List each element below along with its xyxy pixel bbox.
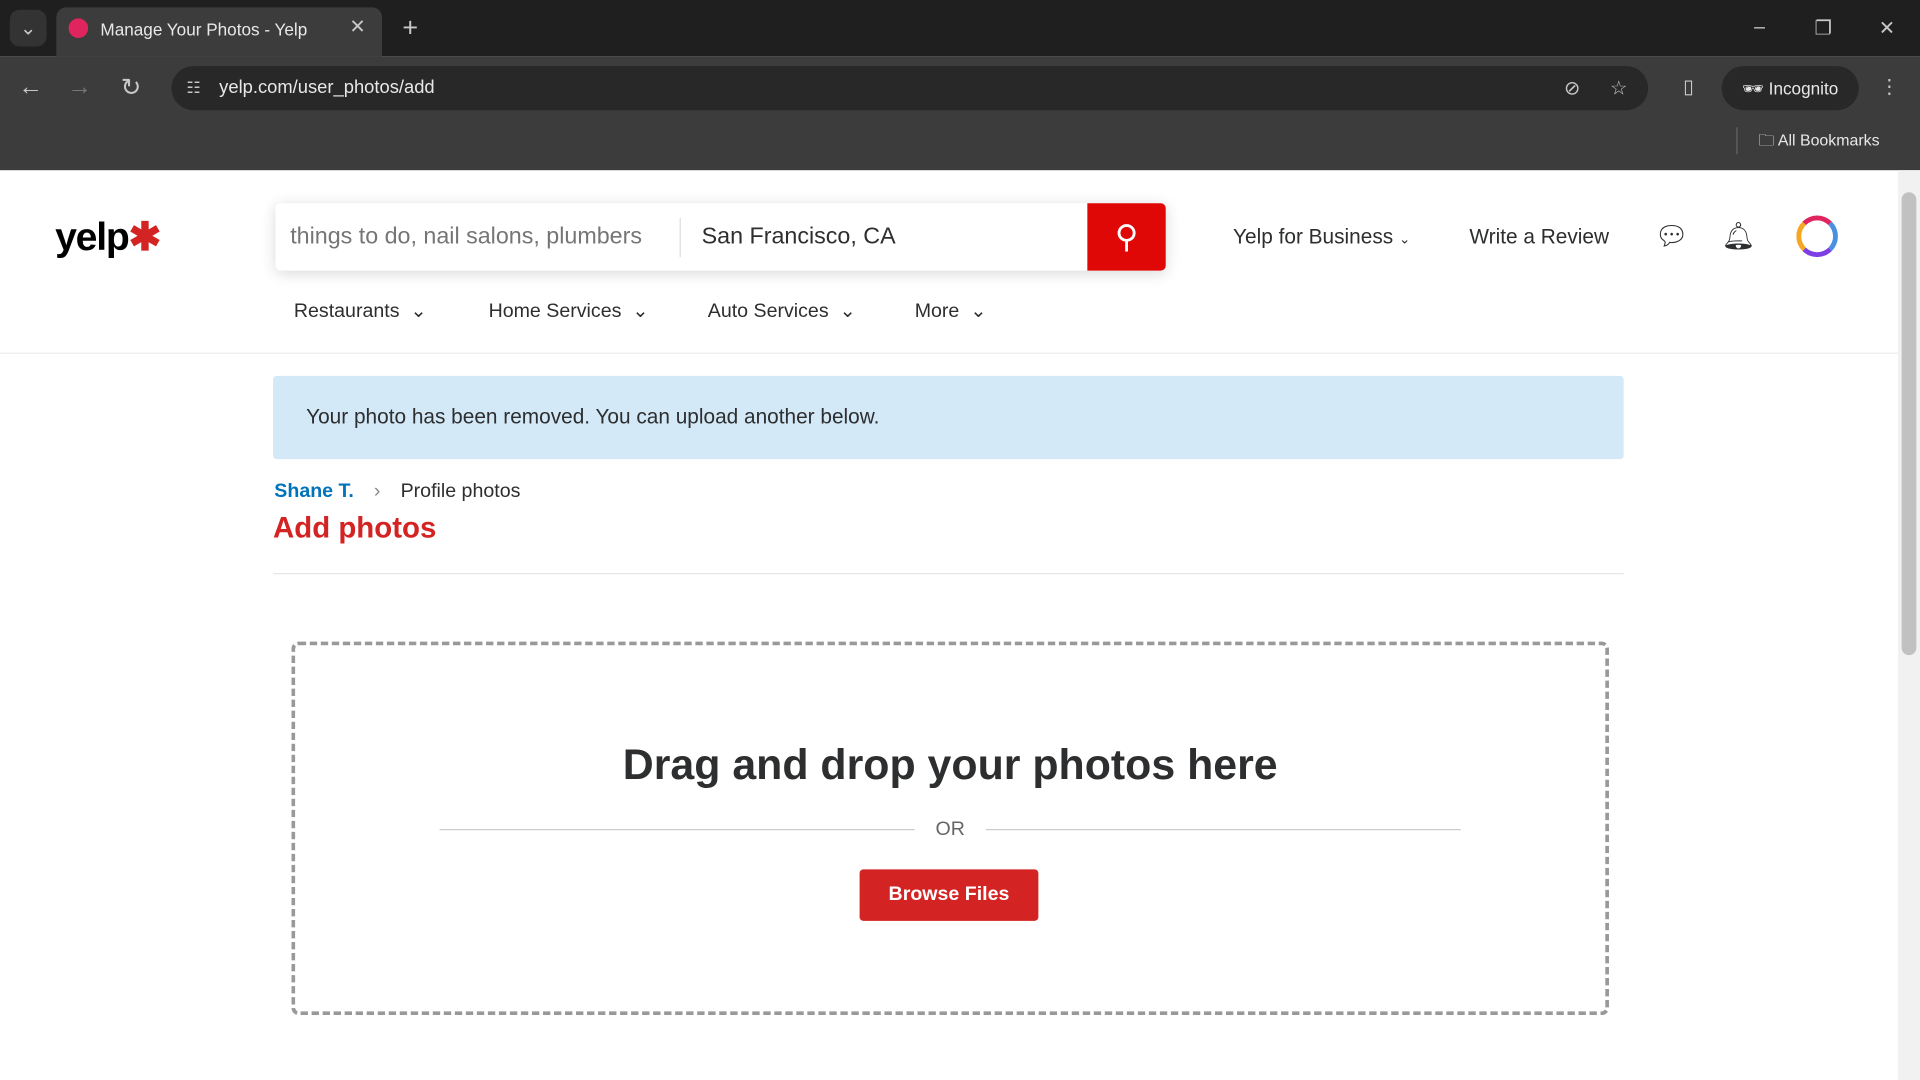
site-settings-icon[interactable]: ☷	[179, 73, 208, 102]
folder-icon: 🗀	[1758, 131, 1778, 150]
back-icon[interactable]: ←	[15, 71, 47, 103]
or-divider: OR	[935, 819, 965, 841]
minimize-icon[interactable]: –	[1744, 12, 1776, 44]
breadcrumb-current: Profile photos	[400, 481, 521, 503]
eye-off-icon[interactable]: ⊘	[1558, 73, 1587, 102]
close-tab-icon[interactable]: ✕	[345, 15, 369, 39]
browser-tab-bar: ⌄ Manage Your Photos - Yelp ✕ + – ❐ ✕	[0, 0, 1920, 57]
bookmark-star-icon[interactable]: ☆	[1604, 73, 1633, 102]
nav-auto-services[interactable]: Auto Services ⌄	[708, 299, 856, 323]
search-icon: ⚲	[1114, 217, 1139, 255]
scrollbar-thumb[interactable]	[1901, 192, 1917, 656]
tab-search-icon[interactable]: ⌄	[9, 9, 47, 47]
tab-title: Manage Your Photos - Yelp	[100, 19, 308, 40]
notifications-bell-icon[interactable]: 🔔︎	[1720, 218, 1757, 255]
incognito-indicator[interactable]: 🕶 Incognito	[1721, 66, 1859, 111]
menu-icon[interactable]: ⋮	[1873, 71, 1905, 103]
new-tab-icon[interactable]: +	[394, 12, 426, 44]
search-input[interactable]	[287, 217, 673, 258]
location-input[interactable]	[699, 217, 1072, 258]
search-button[interactable]: ⚲	[1087, 203, 1166, 271]
breadcrumb-user-link[interactable]: Shane T.	[274, 481, 353, 502]
incognito-label: Incognito	[1768, 78, 1839, 98]
url-text: yelp.com/user_photos/add	[219, 77, 435, 98]
yelp-favicon-icon	[68, 18, 89, 38]
all-bookmarks[interactable]: 🗀 All Bookmarks	[1758, 130, 1879, 157]
messages-icon[interactable]: 💬︎	[1653, 218, 1690, 255]
breadcrumb: Shane T. › Profile photos	[274, 481, 520, 503]
dropzone-heading: Drag and drop your photos here	[622, 740, 1278, 789]
yelp-for-business-dropdown[interactable]: Yelp for Business ⌄	[1233, 225, 1410, 249]
chevron-right-icon: ›	[373, 481, 381, 503]
banner-message: Your photo has been removed. You can upl…	[306, 405, 880, 429]
forward-icon[interactable]: →	[64, 71, 96, 103]
restore-icon[interactable]: ❐	[1807, 12, 1839, 44]
search-bar: ⚲	[275, 203, 1166, 271]
incognito-icon: 🕶	[1742, 77, 1769, 98]
close-window-icon[interactable]: ✕	[1871, 12, 1903, 44]
removed-alert-banner: Your photo has been removed. You can upl…	[273, 375, 1624, 460]
page-title: Add photos	[273, 511, 437, 545]
nav-restaurants[interactable]: Restaurants ⌄	[294, 299, 427, 323]
browse-files-button[interactable]: Browse Files	[859, 869, 1039, 921]
nav-home-services[interactable]: Home Services ⌄	[489, 299, 649, 323]
write-review-link[interactable]: Write a Review	[1469, 225, 1609, 249]
photo-dropzone[interactable]: Drag and drop your photos here OR Browse…	[291, 641, 1609, 1016]
reload-icon[interactable]: ↻	[115, 71, 147, 103]
bookmarks-label: All Bookmarks	[1777, 131, 1880, 150]
scrollbar[interactable]	[1897, 170, 1920, 1080]
avatar[interactable]	[1796, 215, 1838, 258]
yelp-logo[interactable]: yelp✱	[55, 213, 161, 260]
chevron-down-icon: ⌄	[1398, 232, 1411, 248]
nav-more[interactable]: More ⌄	[915, 299, 987, 323]
address-bar[interactable]: ☷ yelp.com/user_photos/add ⊘ ☆	[171, 66, 1649, 111]
side-panel-icon[interactable]: ▯	[1673, 71, 1705, 103]
browser-tab[interactable]: Manage Your Photos - Yelp ✕	[56, 7, 383, 57]
